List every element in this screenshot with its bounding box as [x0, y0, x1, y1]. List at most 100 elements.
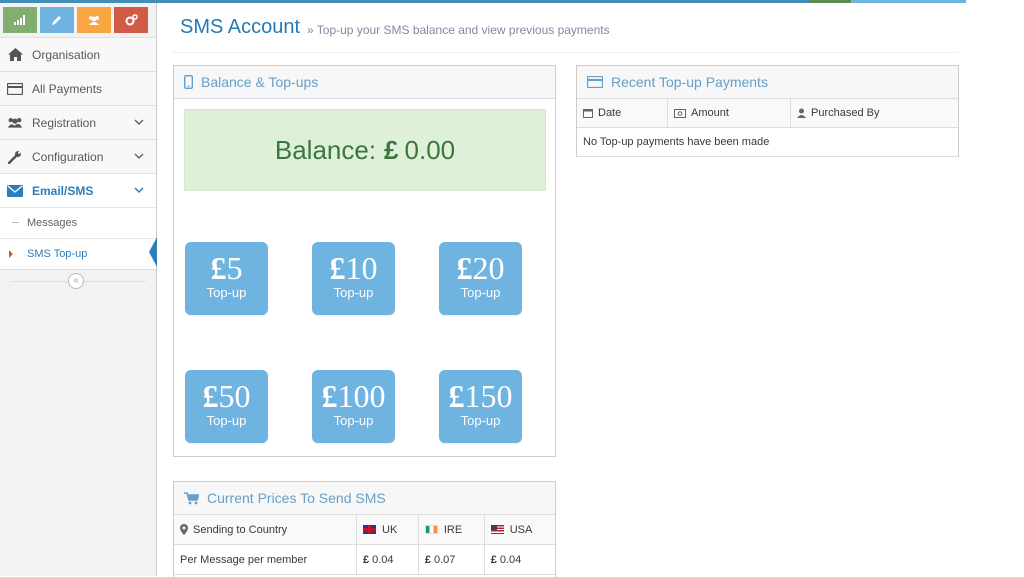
table-row: No Top-up payments have been made [577, 127, 958, 157]
topup-label: Top-up [333, 285, 374, 300]
credit-card-icon [587, 76, 603, 88]
topup-amount: 5 [226, 250, 243, 286]
table-header-date[interactable]: Date [577, 99, 668, 128]
sidebar-item-label: Configuration [32, 149, 104, 164]
chevron-down-icon [134, 119, 144, 126]
caret-right-icon [9, 250, 13, 258]
sidebar-item-registration[interactable]: Registration [0, 105, 156, 139]
sidebar-item-organisation[interactable]: Organisation [0, 37, 156, 71]
calendar-icon [583, 109, 593, 118]
prices-table: Sending to Country UK IRE USA Per Messag… [174, 515, 555, 575]
user-icon [797, 108, 806, 118]
table-cell: Per Message per member [174, 544, 357, 575]
box-title: Current Prices To Send SMS [207, 490, 386, 506]
balance-currency: £ [384, 134, 399, 165]
topup-10-button[interactable]: £10 Top-up [312, 242, 395, 315]
topup-label: Top-up [460, 285, 501, 300]
page-header: SMS Account » Top-up your SMS balance an… [173, 12, 958, 53]
ireland-flag-icon [424, 524, 438, 534]
topup-100-button[interactable]: £100 Top-up [312, 370, 395, 443]
topup-amount: 150 [464, 378, 513, 414]
box-header: Balance & Top-ups [174, 66, 555, 99]
table-header-cell: IRE [418, 515, 485, 545]
sidebar-subitem-label: SMS Top-up [27, 248, 88, 260]
sidebar-shortcuts [0, 3, 156, 37]
page-title: SMS Account [180, 16, 301, 38]
topup-label: Top-up [460, 413, 501, 428]
users-icon [89, 15, 99, 25]
envelope-icon [7, 184, 23, 197]
sidebar-item-label: Registration [32, 115, 97, 130]
sidebar-item-email-sms[interactable]: Email/SMS [0, 173, 156, 207]
map-marker-icon [180, 523, 188, 535]
table-row: Date Amount Purchased By [577, 99, 958, 128]
recent-payments-table: Date Amount Purchased By No Top-up payme… [577, 99, 958, 157]
box-title: Recent Top-up Payments [611, 74, 768, 90]
sidebar-subitem-messages[interactable]: Messages [0, 207, 156, 238]
topup-amount: 50 [218, 378, 251, 414]
sidebar-item-label: Email/SMS [32, 183, 94, 198]
topup-label: Top-up [206, 285, 247, 300]
topup-amount: 100 [337, 378, 386, 414]
table-cell: £0.04 [356, 544, 419, 575]
signal-icon [14, 15, 25, 25]
table-header-amount[interactable]: Amount [667, 99, 791, 128]
sidebar-item-all-payments[interactable]: All Payments [0, 71, 156, 105]
sidebar-subitem-sms-topup[interactable]: SMS Top-up [0, 238, 156, 269]
table-header-purchased-by[interactable]: Purchased By [790, 99, 958, 128]
shortcut-settings-button[interactable] [114, 7, 148, 33]
shopping-cart-icon [184, 491, 199, 505]
sidebar-collapse: « [0, 269, 156, 292]
balance-value: 0.00 [404, 134, 456, 165]
shortcut-edit-button[interactable] [40, 7, 74, 33]
topup-50-button[interactable]: £50 Top-up [185, 370, 268, 443]
money-icon [674, 109, 686, 118]
double-chevron-left-icon: « [73, 275, 79, 286]
sidebar: Organisation All Payments Registration C… [0, 3, 157, 576]
credit-card-icon [7, 82, 23, 95]
shortcut-users-button[interactable] [77, 7, 111, 33]
users-icon [7, 116, 23, 129]
table-header-cell: USA [484, 515, 555, 545]
balance-display: Balance: £ 0.00 [184, 109, 546, 191]
home-icon [7, 48, 23, 61]
sidebar-submenu: Messages SMS Top-up [0, 207, 156, 269]
topup-150-button[interactable]: £150 Top-up [439, 370, 522, 443]
sidebar-subitem-label: Messages [27, 217, 78, 229]
box-title: Balance & Top-ups [201, 74, 319, 90]
page-subtitle: » Top-up your SMS balance and view previ… [307, 23, 610, 37]
topup-amount: 10 [345, 250, 378, 286]
wrench-icon [7, 150, 23, 164]
usa-flag-icon [490, 524, 504, 534]
table-row: Sending to Country UK IRE USA [174, 515, 555, 545]
table-cell: £0.04 [484, 544, 555, 575]
sidebar-item-label: All Payments [32, 81, 103, 96]
mobile-phone-icon [184, 75, 193, 89]
uk-flag-icon [363, 524, 376, 534]
pencil-icon [52, 16, 61, 25]
balance-topups-box: Balance & Top-ups Balance: £ 0.00 £5 Top… [173, 65, 556, 457]
current-prices-box: Current Prices To Send SMS Sending to Co… [173, 481, 556, 577]
topup-20-button[interactable]: £20 Top-up [439, 242, 522, 315]
recent-topup-payments-box: Recent Top-up Payments Date Amount Purch… [576, 65, 959, 157]
sidebar-collapse-button[interactable]: « [68, 273, 84, 289]
balance-label: Balance: [274, 134, 377, 165]
active-item-pointer [149, 237, 157, 267]
table-cell: £0.07 [418, 544, 485, 575]
chevron-down-icon [134, 187, 144, 194]
topup-label: Top-up [206, 413, 247, 428]
box-header: Current Prices To Send SMS [174, 482, 555, 515]
topup-label: Top-up [333, 413, 374, 428]
shortcut-stats-button[interactable] [3, 7, 37, 33]
empty-message: No Top-up payments have been made [577, 127, 958, 157]
sidebar-item-configuration[interactable]: Configuration [0, 139, 156, 173]
box-header: Recent Top-up Payments [577, 66, 958, 99]
table-header-cell: Sending to Country [174, 515, 357, 545]
table-header-cell: UK [356, 515, 419, 545]
topup-amount: 20 [472, 250, 505, 286]
sidebar-item-label: Organisation [32, 47, 101, 62]
chevron-down-icon [134, 153, 144, 160]
table-row: Per Message per member £0.04 £0.07 £0.04 [174, 544, 555, 575]
topup-5-button[interactable]: £5 Top-up [185, 242, 268, 315]
cogs-icon [125, 14, 138, 26]
